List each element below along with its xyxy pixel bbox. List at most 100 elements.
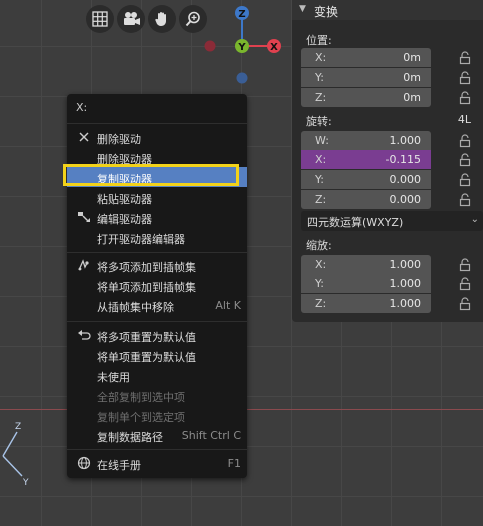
scale-z-value: 1.000 bbox=[389, 297, 422, 310]
rotation-mode-value: 四元数运算(WXYZ) bbox=[307, 216, 404, 229]
scale-y-axis: Y: bbox=[315, 277, 324, 290]
navigation-gizmo[interactable]: Z Y X bbox=[200, 4, 290, 86]
lock-icon[interactable] bbox=[459, 173, 471, 187]
reset-icon bbox=[78, 330, 91, 340]
menu-item-open-driver-editor[interactable]: 打开驱动器编辑器 bbox=[67, 227, 247, 247]
location-z-value: 0m bbox=[403, 91, 421, 104]
menu-item-shortcut: F1 bbox=[227, 457, 241, 470]
rotation-label: 旋转: bbox=[306, 115, 332, 128]
scale-label: 缩放: bbox=[306, 239, 332, 252]
menu-item-delete-driver[interactable]: 删除驱动 bbox=[67, 127, 247, 147]
menu-item-paste-driver[interactable]: 粘贴驱动器 bbox=[67, 187, 247, 207]
gizmo-y-label: Y bbox=[237, 42, 246, 53]
menu-item-label: 将多项重置为默认值 bbox=[97, 331, 196, 344]
menu-item-copy-data-path[interactable]: 复制数据路径 Shift Ctrl C bbox=[67, 425, 247, 445]
scale-y-field[interactable]: Y: 1.000 bbox=[301, 274, 431, 293]
menu-item-reset-all-to-default[interactable]: 将多项重置为默认值 bbox=[67, 325, 247, 345]
menu-item-unset[interactable]: 未使用 bbox=[67, 365, 247, 385]
location-z-field[interactable]: Z: 0m bbox=[301, 88, 431, 107]
lock-icon[interactable] bbox=[459, 51, 471, 65]
location-y-field[interactable]: Y: 0m bbox=[301, 68, 431, 87]
scale-x-axis: X: bbox=[315, 258, 327, 271]
annotation-highlight-box bbox=[63, 164, 239, 186]
mini-axis-y-label: Y bbox=[22, 478, 29, 488]
camera-view-button[interactable] bbox=[117, 5, 145, 33]
menu-separator bbox=[67, 321, 247, 322]
scale-x-field[interactable]: X: 1.000 bbox=[301, 255, 431, 274]
lock-icon[interactable] bbox=[459, 71, 471, 85]
close-icon bbox=[79, 132, 89, 142]
location-z-axis: Z: bbox=[315, 91, 327, 104]
rotation-x-axis: X: bbox=[315, 153, 327, 166]
rotation-z-field[interactable]: Z: 0.000 bbox=[301, 190, 431, 209]
lock-icon[interactable] bbox=[459, 258, 471, 272]
rotation-w-axis: W: bbox=[315, 134, 329, 147]
lock-icon[interactable] bbox=[459, 134, 471, 148]
rotation-mode-short[interactable]: 4L bbox=[458, 113, 471, 126]
menu-item-label: 未使用 bbox=[97, 371, 130, 384]
menu-separator bbox=[67, 123, 247, 124]
menu-item-label: 全部复制到选中项 bbox=[97, 391, 185, 404]
gizmo-z-label: Z bbox=[238, 9, 245, 20]
menu-item-copy-single-to-selected[interactable]: 复制单个到选定项 bbox=[67, 405, 247, 425]
menu-item-shortcut: Alt K bbox=[215, 299, 241, 312]
scale-z-axis: Z: bbox=[315, 297, 327, 310]
globe-icon bbox=[77, 456, 91, 470]
location-y-axis: Y: bbox=[315, 71, 324, 84]
menu-item-label: 将单项添加到插帧集 bbox=[97, 281, 196, 294]
menu-separator bbox=[67, 449, 247, 450]
scale-x-value: 1.000 bbox=[389, 258, 422, 271]
lock-icon[interactable] bbox=[459, 153, 471, 167]
lock-icon[interactable] bbox=[459, 297, 471, 311]
menu-item-label: 删除驱动 bbox=[97, 133, 141, 146]
rotation-mode-dropdown[interactable]: 四元数运算(WXYZ) ⌄ bbox=[301, 211, 483, 231]
menu-item-label: 粘贴驱动器 bbox=[97, 193, 152, 206]
location-x-field[interactable]: X: 0m bbox=[301, 48, 431, 67]
chevron-down-icon: ⌄ bbox=[470, 214, 479, 225]
location-x-value: 0m bbox=[403, 51, 421, 64]
menu-item-label: 复制数据路径 bbox=[97, 431, 163, 444]
keying-set-icon bbox=[78, 259, 89, 271]
scale-y-value: 1.000 bbox=[389, 277, 422, 290]
pan-view-button[interactable] bbox=[148, 5, 176, 33]
mini-axis-z-label: Z bbox=[15, 422, 21, 432]
menu-item-label: 从插帧集中移除 bbox=[97, 301, 174, 314]
gizmo-neg-z-handle[interactable] bbox=[236, 72, 248, 84]
lock-icon[interactable] bbox=[459, 277, 471, 291]
menu-item-copy-all-to-selected[interactable]: 全部复制到选中项 bbox=[67, 385, 247, 405]
lock-icon[interactable] bbox=[459, 193, 471, 207]
rotation-z-value: 0.000 bbox=[389, 193, 422, 206]
transform-panel-header[interactable]: ▼ 变换 bbox=[292, 0, 483, 20]
menu-item-add-all-to-keying-set[interactable]: 将多项添加到插帧集 bbox=[67, 255, 247, 275]
lock-icon[interactable] bbox=[459, 91, 471, 105]
rotation-y-field[interactable]: Y: 0.000 bbox=[301, 170, 431, 189]
rotation-x-field[interactable]: X: -0.115 bbox=[301, 150, 431, 169]
viewport-navigation-tools bbox=[86, 5, 207, 33]
toggle-camera-grid-button[interactable] bbox=[86, 5, 114, 33]
scale-z-field[interactable]: Z: 1.000 bbox=[301, 294, 431, 313]
rotation-w-field[interactable]: W: 1.000 bbox=[301, 131, 431, 150]
rotation-x-value: -0.115 bbox=[385, 153, 421, 166]
gizmo-x-label: X bbox=[270, 42, 278, 53]
hand-icon bbox=[155, 12, 166, 26]
menu-item-add-single-to-keying-set[interactable]: 将单项添加到插帧集 bbox=[67, 275, 247, 295]
menu-item-online-manual[interactable]: 在线手册 F1 bbox=[67, 453, 247, 473]
location-label: 位置: bbox=[306, 34, 332, 47]
menu-item-reset-single-to-default[interactable]: 将单项重置为默认值 bbox=[67, 345, 247, 365]
gizmo-neg-x-handle[interactable] bbox=[204, 40, 216, 52]
gizmo-z-handle[interactable]: Z bbox=[235, 6, 249, 20]
location-y-value: 0m bbox=[403, 71, 421, 84]
gizmo-y-handle[interactable]: Y bbox=[235, 39, 249, 53]
collapse-triangle-icon: ▼ bbox=[299, 4, 306, 14]
gizmo-x-handle[interactable]: X bbox=[267, 39, 281, 53]
rotation-y-axis: Y: bbox=[315, 173, 324, 186]
driver-icon bbox=[78, 212, 90, 222]
menu-item-label: 编辑驱动器 bbox=[97, 213, 152, 226]
rotation-z-axis: Z: bbox=[315, 193, 327, 206]
menu-item-label: 将多项添加到插帧集 bbox=[97, 261, 196, 274]
transform-panel: ▼ 变换 位置: X: 0m Y: 0m Z: 0m 旋转: 4L W: 1.0… bbox=[292, 0, 483, 322]
menu-item-remove-from-keying-set[interactable]: 从插帧集中移除 Alt K bbox=[67, 295, 247, 315]
menu-item-label: 将单项重置为默认值 bbox=[97, 351, 196, 364]
location-x-axis: X: bbox=[315, 51, 327, 64]
menu-item-edit-driver[interactable]: 编辑驱动器 bbox=[67, 207, 247, 227]
